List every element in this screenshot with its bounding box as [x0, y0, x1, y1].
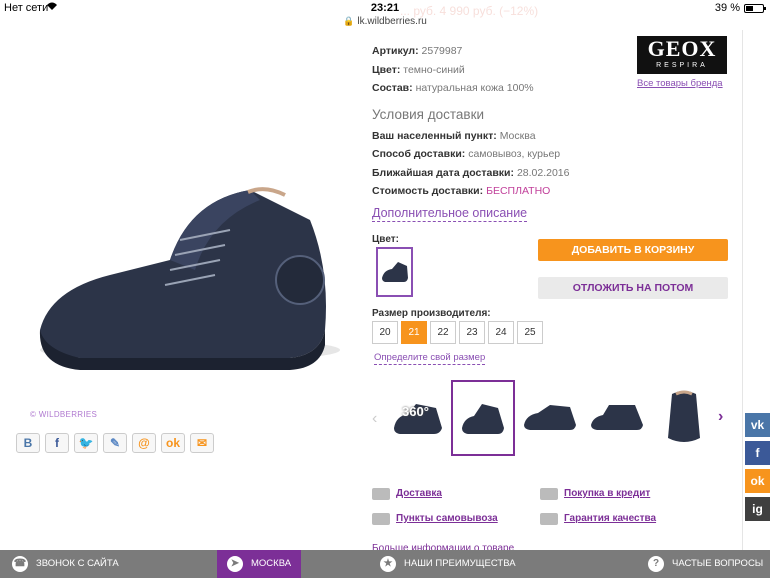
save-for-later-button[interactable]: ОТЛОЖИТЬ НА ПОТОМ — [538, 277, 728, 299]
extra-description-link[interactable]: Дополнительное описание — [372, 205, 528, 222]
quality-guarantee-link[interactable]: Гарантия качества — [564, 513, 656, 524]
city-button[interactable]: ➤ МОСКВА — [217, 550, 301, 578]
carousel-prev-icon[interactable]: ‹ — [372, 410, 377, 428]
size-option[interactable]: 24 — [488, 321, 514, 344]
vk-icon[interactable]: vk — [745, 413, 770, 437]
delivery-title: Условия доставки — [372, 106, 485, 122]
size-option[interactable]: 23 — [459, 321, 485, 344]
odnoklassniki-icon[interactable]: ok — [745, 469, 770, 493]
thumbnail-selected[interactable] — [451, 380, 515, 456]
truck-icon — [372, 488, 390, 500]
faq-label: ЧАСТЫЕ ВОПРОСЫ — [672, 558, 764, 569]
battery-percent: 39 % — [714, 2, 740, 14]
thumbnail-back[interactable] — [652, 380, 716, 456]
carousel-next-icon[interactable]: › — [718, 408, 723, 426]
composition-row: Состав: натуральная кожа 100% — [372, 82, 534, 94]
all-brand-goods-link[interactable]: Все товары бренда — [637, 78, 723, 89]
facebook-icon[interactable]: f — [745, 441, 770, 465]
address-bar[interactable]: 🔒 lk.wildberries.ru — [0, 16, 770, 30]
ios-status-bar: Нет сети 23:21 39 % — [0, 0, 770, 16]
phone-icon: ☎ — [12, 556, 28, 572]
brand-logo[interactable]: GEOX RESPIRA — [637, 36, 727, 74]
twitter-share-icon[interactable]: 🐦 — [74, 433, 98, 453]
facebook-share-icon[interactable]: f — [45, 433, 69, 453]
advantages-label: НАШИ ПРЕИМУЩЕСТВА — [404, 558, 516, 569]
lock-icon: 🔒 — [343, 16, 355, 26]
battery-icon — [744, 4, 766, 13]
credit-link[interactable]: Покупка в кредит — [564, 488, 650, 499]
question-icon: ? — [648, 556, 664, 572]
size-label: Размер производителя: — [372, 308, 491, 319]
product-info: Артикул: 2579987 Цвет: темно-синий Соста… — [372, 42, 570, 201]
size-option-selected[interactable]: 21 — [401, 321, 427, 344]
360-badge: 360° — [402, 404, 429, 419]
livejournal-share-icon[interactable]: ✎ — [103, 433, 127, 453]
advantages-button[interactable]: ★ НАШИ ПРЕИМУЩЕСТВА — [380, 550, 516, 578]
instagram-icon[interactable]: ig — [745, 497, 770, 521]
size-option[interactable]: 20 — [372, 321, 398, 344]
delivery-link[interactable]: Доставка — [396, 488, 442, 499]
color-picker-label: Цвет: — [372, 234, 399, 245]
add-to-cart-button[interactable]: ДОБАВИТЬ В КОРЗИНУ — [538, 239, 728, 261]
thumbnail-side[interactable] — [518, 380, 582, 456]
size-option[interactable]: 25 — [517, 321, 543, 344]
find-size-link[interactable]: Определите свой размер — [374, 352, 486, 365]
vk-share-icon[interactable]: В — [16, 433, 40, 453]
mail-share-icon[interactable]: @ — [132, 433, 156, 453]
color-row: Цвет: темно-синий — [372, 63, 465, 76]
share-buttons: В f 🐦 ✎ @ ok ✉ — [16, 433, 214, 453]
odnoklassniki-share-icon[interactable]: ok — [161, 433, 185, 453]
pickup-house-icon — [372, 513, 390, 525]
size-option[interactable]: 22 — [430, 321, 456, 344]
clock: 23:21 — [370, 2, 400, 14]
faded-price-header: ... руб. 4 990 руб. (−12%) — [400, 4, 539, 18]
watermark: © WILDBERRIES — [30, 410, 98, 419]
size-selector: 20 21 22 23 24 25 — [372, 321, 543, 344]
email-share-icon[interactable]: ✉ — [190, 433, 214, 453]
faq-button[interactable]: ? ЧАСТЫЕ ВОПРОСЫ — [648, 550, 763, 578]
city-label: МОСКВА — [251, 558, 292, 569]
quality-icon — [540, 513, 558, 525]
color-swatch[interactable] — [376, 247, 413, 297]
city-row: Ваш населенный пункт: Москва — [372, 129, 536, 142]
page-divider — [742, 30, 743, 550]
delivery-date-row: Ближайшая дата доставки: 28.02.2016 — [372, 166, 570, 179]
call-label: ЗВОНОК С САЙТА — [36, 558, 119, 569]
thumbnail-profile[interactable] — [585, 380, 649, 456]
delivery-method-row: Способ доставки: самовывоз, курьер — [372, 148, 561, 160]
cart-credit-icon — [540, 488, 558, 500]
product-main-image[interactable] — [20, 180, 340, 380]
article-row: Артикул: 2579987 — [372, 45, 463, 57]
bottom-nav: ☎ ЗВОНОК С САЙТА ➤ МОСКВА ★ НАШИ ПРЕИМУЩ… — [0, 550, 770, 578]
pickup-points-link[interactable]: Пункты самовывоза — [396, 513, 498, 524]
call-from-site-button[interactable]: ☎ ЗВОНОК С САЙТА — [12, 550, 119, 578]
location-arrow-icon: ➤ — [227, 556, 243, 572]
star-icon: ★ — [380, 556, 396, 572]
delivery-cost-row: Стоимость доставки: БЕСПЛАТНО — [372, 185, 551, 197]
